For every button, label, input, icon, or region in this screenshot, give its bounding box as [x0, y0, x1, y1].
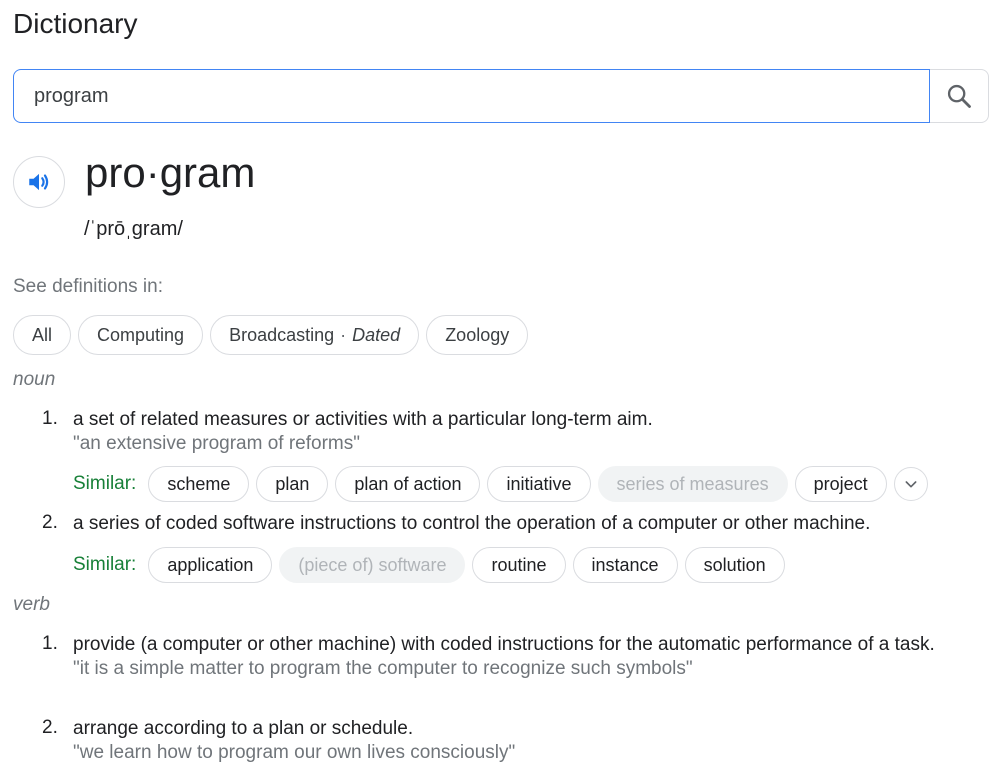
definition-text: a series of coded software instructions …: [73, 513, 871, 534]
definition-example: "it is a simple matter to program the co…: [73, 658, 693, 679]
synonym-chip: series of measures: [597, 466, 788, 502]
synonym-chip[interactable]: project: [794, 466, 887, 502]
synonym-chip[interactable]: scheme: [148, 466, 250, 502]
synonym-chip[interactable]: plan: [256, 466, 329, 502]
chip-computing[interactable]: Computing: [78, 315, 204, 355]
definition-number: 1.: [42, 408, 58, 429]
chip-broadcasting-note: Dated: [352, 324, 401, 345]
part-of-speech-verb: verb: [13, 594, 50, 615]
headword: pro·gram: [85, 149, 256, 196]
chevron-down-icon: [905, 481, 917, 488]
phonetic-transcription: /ˈprōˌɡram/: [84, 218, 183, 240]
definition-number: 2.: [42, 512, 58, 533]
synonym-chip: (piece of) software: [279, 547, 466, 583]
synonym-chip[interactable]: initiative: [487, 466, 591, 502]
chip-broadcasting[interactable]: Broadcasting · Dated: [210, 315, 420, 355]
definition-text: arrange according to a plan or schedule.: [73, 718, 414, 739]
verb-definition-1: 1. provide (a computer or other machine)…: [42, 633, 987, 681]
page-title: Dictionary: [13, 8, 138, 39]
synonym-chip[interactable]: solution: [684, 547, 785, 583]
expand-synonyms-button[interactable]: [893, 467, 928, 501]
search-input[interactable]: [13, 69, 930, 123]
definition-example: "an extensive program of reforms": [73, 433, 360, 454]
definition-source-chips: All Computing Broadcasting · Dated Zoolo…: [13, 315, 529, 355]
chip-all[interactable]: All: [13, 315, 72, 355]
synonym-chip[interactable]: plan of action: [335, 466, 481, 502]
chip-zoology[interactable]: Zoology: [426, 315, 529, 355]
speaker-icon: [29, 173, 49, 191]
pronunciation-button[interactable]: [13, 156, 65, 208]
noun-definition-2: 2. a series of coded software instructio…: [42, 512, 987, 536]
synonym-chip[interactable]: instance: [572, 547, 678, 583]
verb-definition-2: 2. arrange according to a plan or schedu…: [42, 717, 987, 765]
definition-number: 1.: [42, 633, 58, 654]
see-definitions-label: See definitions in:: [13, 276, 163, 297]
noun-1-similar: Similar: scheme plan plan of action init…: [73, 466, 928, 502]
search-button[interactable]: [930, 69, 989, 123]
synonym-chip[interactable]: application: [148, 547, 273, 583]
synonym-chip[interactable]: routine: [472, 547, 566, 583]
chip-separator: ·: [340, 324, 347, 345]
part-of-speech-noun: noun: [13, 369, 56, 390]
similar-label: Similar:: [73, 554, 137, 575]
definition-text: provide (a computer or other machine) wi…: [73, 634, 935, 655]
search-icon: [947, 84, 971, 108]
definition-number: 2.: [42, 717, 58, 738]
noun-definition-1: 1. a set of related measures or activiti…: [42, 408, 987, 456]
definition-text: a set of related measures or activities …: [73, 409, 653, 430]
noun-2-similar: Similar: application (piece of) software…: [73, 547, 785, 583]
search-bar: [13, 69, 989, 125]
definition-example: "we learn how to program our own lives c…: [73, 742, 516, 763]
chip-broadcasting-label: Broadcasting: [229, 324, 335, 345]
similar-label: Similar:: [73, 473, 137, 494]
